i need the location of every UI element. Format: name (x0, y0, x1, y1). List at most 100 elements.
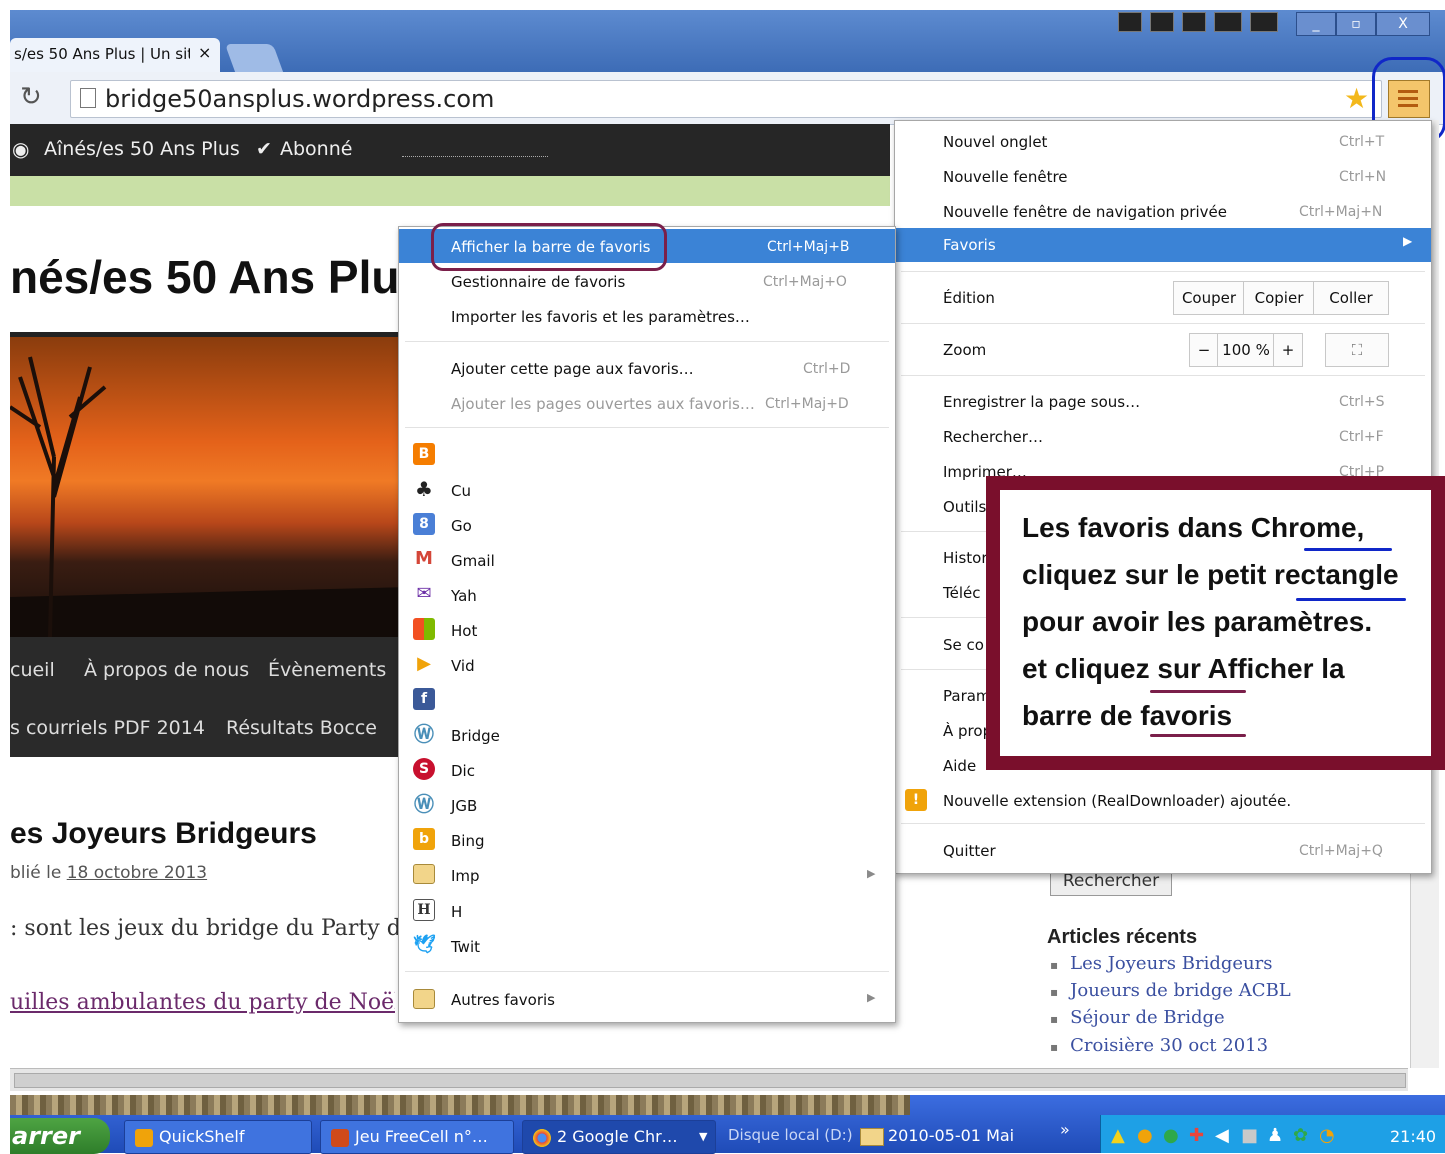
paste-button[interactable]: Coller (1313, 281, 1389, 315)
taskbar-more[interactable]: » (1060, 1120, 1070, 1139)
horizontal-scrollbar[interactable] (10, 1068, 1408, 1091)
tray-app-icon[interactable] (1250, 12, 1278, 32)
taskbar-item-freecell[interactable]: Jeu FreeCell n°… (320, 1120, 514, 1154)
copy-button[interactable]: Copier (1243, 281, 1315, 315)
bookmark-item[interactable]: Hot (451, 622, 477, 640)
submenu-arrow-icon: ▶ (1403, 234, 1413, 248)
bookmark-item[interactable]: Dic (451, 762, 475, 780)
site-title[interactable]: nés/es 50 Ans Plus (10, 250, 425, 304)
menu-tools[interactable]: Outils (943, 498, 986, 516)
follow-button[interactable]: Abonné (280, 138, 352, 160)
bookmark-folder[interactable]: Imp (451, 867, 480, 885)
tray-icon[interactable]: ◔ (1319, 1125, 1335, 1146)
recent-post-link[interactable]: Joueurs de bridge ACBL (1050, 980, 1291, 1001)
nav-events[interactable]: Évènements (268, 659, 386, 681)
post-link[interactable]: uilles ambulantes du party de Noël l (10, 990, 395, 1015)
menu-incognito[interactable]: Nouvelle fenêtre de navigation privée (943, 203, 1227, 221)
bookmark-item[interactable]: Go (451, 517, 472, 535)
menu-favorites[interactable]: Favoris (943, 236, 996, 254)
follow-check-icon: ✔ (256, 138, 272, 160)
recent-post-link[interactable]: Croisière 30 oct 2013 (1050, 1035, 1268, 1056)
tray-icon[interactable]: ▲ (1111, 1125, 1125, 1146)
h-icon: H (413, 899, 435, 921)
tray-icon[interactable]: ● (1163, 1125, 1179, 1146)
folder-icon (413, 864, 435, 884)
purple-circle-annotation (431, 223, 667, 271)
maximize-button[interactable]: ▫ (1336, 12, 1376, 36)
post-date-link[interactable]: 18 octobre 2013 (67, 863, 207, 883)
facebook-icon: f (413, 688, 435, 710)
tray-icon[interactable]: ♟ (1267, 1125, 1283, 1146)
url-text[interactable]: bridge50ansplus.wordpress.com (105, 85, 494, 113)
zoom-out-button[interactable]: − (1189, 333, 1219, 367)
shortcut: Ctrl+Maj+Q (1299, 843, 1383, 859)
explorer-folder[interactable]: 2010-05-01 Mai (888, 1126, 1014, 1145)
recent-post-link[interactable]: Séjour de Bridge (1050, 1007, 1225, 1028)
bookmark-item[interactable]: JGB (451, 797, 477, 815)
bookmark-star-icon[interactable]: ★ (1344, 82, 1369, 115)
window-controls: _ ▫ X (1110, 10, 1445, 36)
tray-icon[interactable]: ✚ (1189, 1125, 1204, 1146)
warning-icon: ! (905, 789, 927, 811)
tray-icon[interactable]: ■ (1241, 1125, 1258, 1146)
menu-save-page[interactable]: Enregistrer la page sous… (943, 393, 1140, 411)
bookmark-item[interactable]: Yah (451, 587, 477, 605)
tray-app-icon[interactable] (1118, 12, 1142, 32)
bing-icon: b (413, 828, 435, 850)
bookmark-item[interactable]: Twit (451, 938, 480, 956)
browser-tab[interactable]: s/es 50 Ans Plus | Un sit × (10, 38, 220, 72)
nav-emails-pdf[interactable]: s courriels PDF 2014 (10, 717, 205, 739)
menu-favorites-highlight[interactable]: Favoris ▶ (895, 228, 1431, 262)
tray-app-icon[interactable] (1150, 12, 1174, 32)
minimize-button[interactable]: _ (1296, 12, 1336, 36)
tray-icon[interactable]: ✿ (1293, 1125, 1308, 1146)
nav-about[interactable]: À propos de nous (84, 659, 249, 681)
bookmark-item[interactable]: Cu (451, 482, 471, 500)
taskbar-label: Jeu FreeCell n°… (355, 1127, 488, 1146)
nav-home[interactable]: cueil (10, 659, 55, 681)
bookmark-item[interactable]: Bing (451, 832, 485, 850)
start-button[interactable]: arrer (10, 1118, 110, 1154)
volume-icon[interactable]: ◀ (1215, 1125, 1229, 1146)
zoom-in-button[interactable]: + (1273, 333, 1303, 367)
menu-about[interactable]: À prop (943, 722, 992, 740)
other-bookmarks[interactable]: Autres favoris (451, 991, 555, 1009)
add-page-bookmark[interactable]: Ajouter cette page aux favoris… (451, 360, 694, 378)
menu-quit[interactable]: Quitter (943, 842, 996, 860)
tray-icon[interactable]: ● (1137, 1125, 1153, 1146)
post-title[interactable]: es Joyeurs Bridgeurs (10, 817, 317, 851)
bookmark-item[interactable]: H (451, 903, 462, 921)
tray-app-icon[interactable] (1214, 12, 1242, 32)
taskbar-item-quickshelf[interactable]: QuickShelf (124, 1120, 312, 1154)
cut-button[interactable]: Couper (1173, 281, 1245, 315)
menu-history[interactable]: Histor (943, 549, 988, 567)
recent-post-link[interactable]: Les Joyeurs Bridgeurs (1050, 953, 1272, 974)
menu-find[interactable]: Rechercher… (943, 428, 1043, 446)
scrollbar-thumb[interactable] (14, 1073, 1406, 1088)
bookmark-manager[interactable]: Gestionnaire de favoris (451, 273, 625, 291)
bookmark-item[interactable]: Vid (451, 657, 475, 675)
close-window-button[interactable]: X (1376, 12, 1430, 36)
nav-bocce-results[interactable]: Résultats Bocce (226, 717, 377, 739)
menu-settings[interactable]: Param (943, 687, 991, 705)
menu-signin[interactable]: Se co (943, 636, 984, 654)
menu-new-window[interactable]: Nouvelle fenêtre (943, 168, 1068, 186)
menu-extension-notice[interactable]: Nouvelle extension (RealDownloader) ajou… (943, 792, 1291, 810)
menu-help[interactable]: Aide (943, 757, 976, 775)
wordpress-icon[interactable]: ◉ (12, 137, 29, 161)
dropdown-arrow-icon: ▼ (699, 1130, 708, 1143)
taskbar-item-chrome[interactable]: 2 Google Chr… ▼ (522, 1120, 716, 1154)
new-tab-button[interactable] (224, 44, 284, 72)
reload-icon[interactable]: ↻ (20, 82, 42, 112)
taskbar-label: 2 Google Chr… (557, 1127, 678, 1146)
site-name-link[interactable]: Aînés/es 50 Ans Plus (44, 138, 240, 160)
menu-downloads[interactable]: Téléc (943, 584, 981, 602)
bookmark-item[interactable]: Gmail (451, 552, 495, 570)
explorer-drive[interactable]: Disque local (D:) (728, 1126, 853, 1144)
import-bookmarks[interactable]: Importer les favoris et les paramètres… (451, 308, 750, 326)
bookmark-item[interactable]: Bridge (451, 727, 500, 745)
tray-app-icon[interactable] (1182, 12, 1206, 32)
tab-close-icon[interactable]: × (198, 43, 211, 62)
fullscreen-icon[interactable]: ⛶ (1325, 333, 1389, 367)
menu-new-tab[interactable]: Nouvel onglet (943, 133, 1047, 151)
